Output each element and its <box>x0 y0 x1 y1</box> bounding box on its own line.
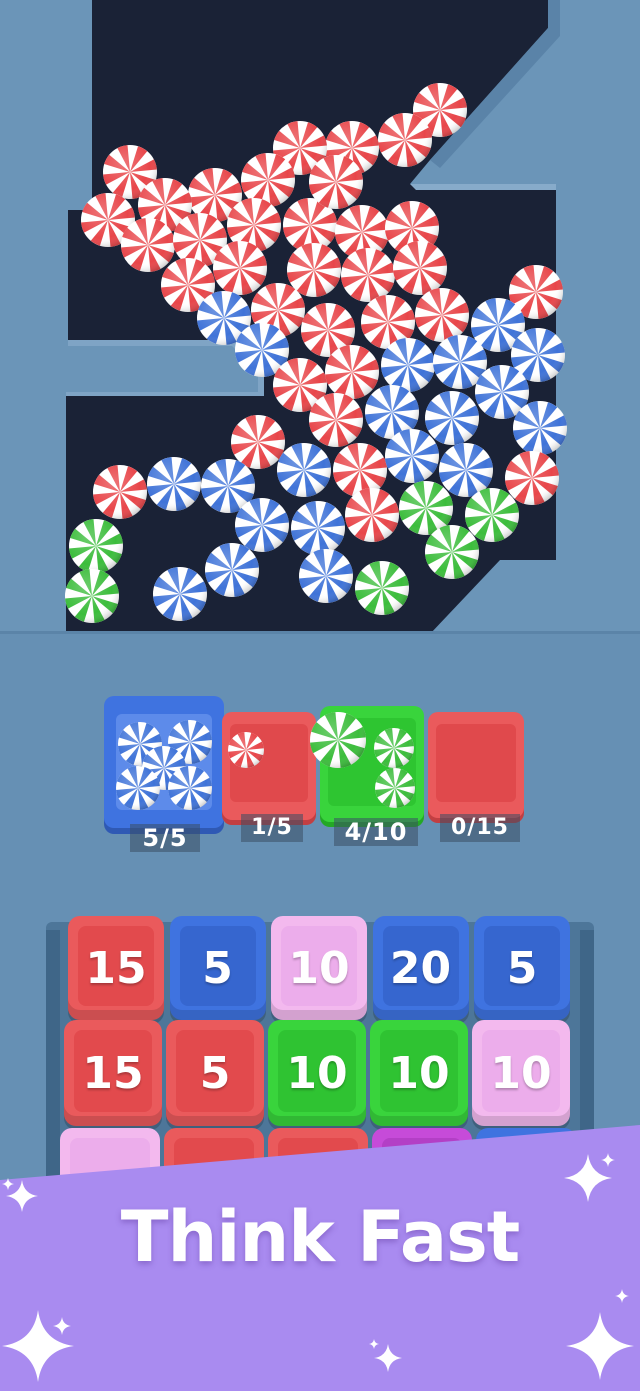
green-ball <box>310 712 366 768</box>
green-ball <box>465 488 519 542</box>
crate-blue[interactable]: 5 <box>169 916 266 1020</box>
crate-green[interactable]: 10 <box>268 1020 366 1126</box>
red-ball <box>231 415 285 469</box>
green-ball <box>69 519 123 573</box>
banner-title: Think Fast <box>120 1196 520 1278</box>
crate-red[interactable]: 15 <box>64 1020 162 1126</box>
collector-red-2-count: 0/15 <box>440 814 520 842</box>
crate-capacity: 5 <box>199 1047 231 1099</box>
red-ball <box>415 288 469 342</box>
blue-ball <box>513 401 567 455</box>
red-ball <box>345 488 399 542</box>
blue-ball <box>147 457 201 511</box>
crate-red[interactable]: 5 <box>166 1020 264 1126</box>
green-ball <box>355 561 409 615</box>
red-ball <box>121 218 175 272</box>
green-ball <box>425 525 479 579</box>
ball-pit <box>0 0 640 640</box>
crate-capacity: 15 <box>82 1047 144 1099</box>
collector-red-count: 1/5 <box>241 814 303 842</box>
crate-capacity: 10 <box>288 942 350 994</box>
blue-ball <box>235 498 289 552</box>
blue-ball <box>291 501 345 555</box>
red-ball <box>309 393 363 447</box>
blue-ball <box>299 549 353 603</box>
blue-ball <box>277 443 331 497</box>
red-ball <box>213 241 267 295</box>
green-ball <box>374 728 414 768</box>
crate-capacity: 10 <box>388 1047 450 1099</box>
crate-pink[interactable]: 10 <box>271 916 367 1020</box>
crate-capacity: 5 <box>202 942 233 994</box>
red-ball <box>228 732 264 768</box>
blue-ball <box>168 766 212 810</box>
green-ball <box>65 569 119 623</box>
red-ball <box>325 345 379 399</box>
crate-capacity: 5 <box>506 942 538 994</box>
crate-green[interactable]: 10 <box>370 1020 468 1126</box>
crate-red[interactable]: 15 <box>68 916 164 1020</box>
red-ball <box>309 155 363 209</box>
crate-blue[interactable]: 5 <box>474 916 570 1020</box>
blue-ball <box>439 443 493 497</box>
crate-blue[interactable]: 20 <box>372 916 469 1020</box>
red-ball <box>505 451 559 505</box>
blue-ball <box>205 543 259 597</box>
green-ball <box>375 768 415 808</box>
red-ball <box>393 241 447 295</box>
crate-capacity: 10 <box>286 1047 348 1099</box>
blue-ball <box>116 766 160 810</box>
collector-green-count: 4/10 <box>334 818 418 846</box>
crate-capacity: 20 <box>389 942 452 994</box>
crate-pink[interactable]: 10 <box>472 1020 570 1126</box>
red-ball <box>93 465 147 519</box>
blue-ball <box>425 391 479 445</box>
red-ball <box>287 243 341 297</box>
blue-ball <box>385 429 439 483</box>
collector-balls <box>116 712 415 810</box>
crate-capacity: 15 <box>85 942 147 994</box>
red-ball <box>378 113 432 167</box>
blue-ball <box>381 338 435 392</box>
collector-blue-count: 5/5 <box>130 824 200 852</box>
crate-capacity: 10 <box>490 1047 552 1099</box>
blue-ball <box>153 567 207 621</box>
red-ball <box>341 248 395 302</box>
